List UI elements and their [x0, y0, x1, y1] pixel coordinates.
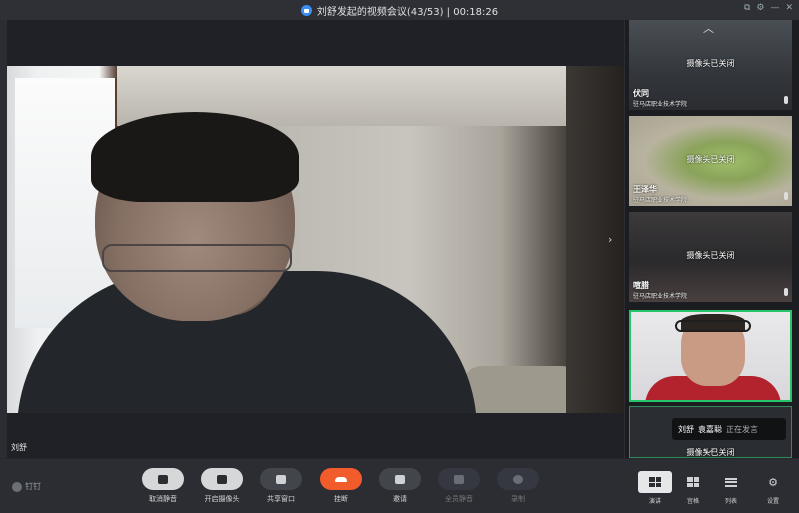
grid-view-button[interactable]: 宫格	[675, 471, 711, 507]
main-video[interactable]	[7, 66, 624, 413]
phone-hangup-icon	[335, 476, 347, 482]
speaker-view-button[interactable]: 演讲	[637, 471, 673, 507]
speaker-1: 刘舒	[678, 424, 694, 434]
speaking-status: 正在发言	[726, 424, 758, 434]
speaker-name: 刘舒	[11, 443, 27, 452]
scroll-up-icon[interactable]: ︿	[703, 20, 714, 36]
camera-on-button[interactable]: 开启摄像头	[200, 468, 244, 508]
settings-small-icon[interactable]: ⚙	[756, 3, 764, 13]
pip-icon[interactable]: ⧉	[744, 3, 750, 13]
microphone-muted-icon	[158, 474, 168, 484]
title-bar: 刘舒发起的视频会议(43/53) | 00:18:26 ⧉ ⚙ — ✕	[0, 0, 799, 20]
participant-name: 伏同	[633, 89, 649, 98]
mute-all-button[interactable]: 全员静音	[437, 468, 481, 508]
share-window-button[interactable]: 共享窗口	[259, 468, 303, 508]
window-title: 刘舒发起的视频会议(43/53) | 00:18:26	[0, 0, 799, 20]
participant-name: 喧腊	[633, 281, 649, 290]
brand-label: 钉钉	[25, 482, 41, 491]
list-view-button[interactable]: 列表	[713, 471, 749, 507]
settings-button[interactable]: ⚙ 设置	[755, 471, 791, 507]
minimize-icon[interactable]: —	[770, 3, 779, 13]
participant-name: 王泽华	[633, 185, 657, 194]
record-icon	[513, 474, 523, 484]
record-button[interactable]: 录制	[496, 468, 540, 508]
main-stage: 刘舒	[7, 20, 624, 458]
camera-off-label: 摄像头已关闭	[686, 251, 735, 260]
hang-up-button[interactable]: 挂断	[319, 468, 363, 508]
participant-org: 驻马店职业技术学院	[633, 293, 688, 300]
camera-off-label: 摄像头已关闭	[686, 155, 735, 164]
active-participant-tile[interactable]	[629, 310, 792, 402]
share-screen-icon	[276, 474, 286, 484]
participant-tile[interactable]: 摄像头已关闭 王泽华 驻马店职业技术学院	[629, 116, 792, 206]
speaker-2: 袁嘉聪	[698, 424, 722, 434]
dingtalk-logo-icon	[12, 481, 22, 492]
participant-org: 驻马店职业技术学院	[633, 197, 688, 204]
mic-icon	[784, 192, 788, 200]
next-page-icon[interactable]: ›	[608, 233, 612, 246]
mute-all-icon	[454, 474, 464, 484]
list-layout-icon	[725, 477, 737, 487]
brand: 钉钉	[12, 481, 41, 492]
add-person-icon	[395, 474, 405, 484]
close-icon[interactable]: ✕	[785, 3, 793, 13]
participant-org: 驻马店职业技术学院	[633, 101, 688, 108]
participant-sidebar: 摄像头已关闭 伏同 驻马店职业技术学院 摄像头已关闭 王泽华 驻马店职业技术学院…	[625, 20, 799, 461]
mic-icon	[784, 288, 788, 296]
mic-icon	[784, 96, 788, 104]
unmute-button[interactable]: 取消静音	[141, 468, 185, 508]
lock-icon	[300, 4, 312, 16]
camera-icon	[217, 474, 227, 484]
grid-layout-icon	[687, 477, 699, 487]
gear-icon: ⚙	[768, 475, 778, 489]
speaker-layout-icon	[649, 477, 661, 487]
meeting-title: 刘舒发起的视频会议(43/53) | 00:18:26	[316, 6, 499, 18]
camera-off-label: 摄像头已关闭	[686, 59, 735, 68]
participant-tile[interactable]: 摄像头已关闭 喧腊 驻马店职业技术学院	[629, 212, 792, 302]
bottom-toolbar: 钉钉 取消静音 开启摄像头 共享窗口 挂断 邀请 全员静音 录制 演讲 宫格 列…	[0, 458, 799, 513]
speaking-toast: 刘舒 袁嘉聪 正在发言	[672, 418, 786, 440]
invite-button[interactable]: 邀请	[378, 468, 422, 508]
window-controls: ⧉ ⚙ — ✕	[744, 3, 793, 13]
